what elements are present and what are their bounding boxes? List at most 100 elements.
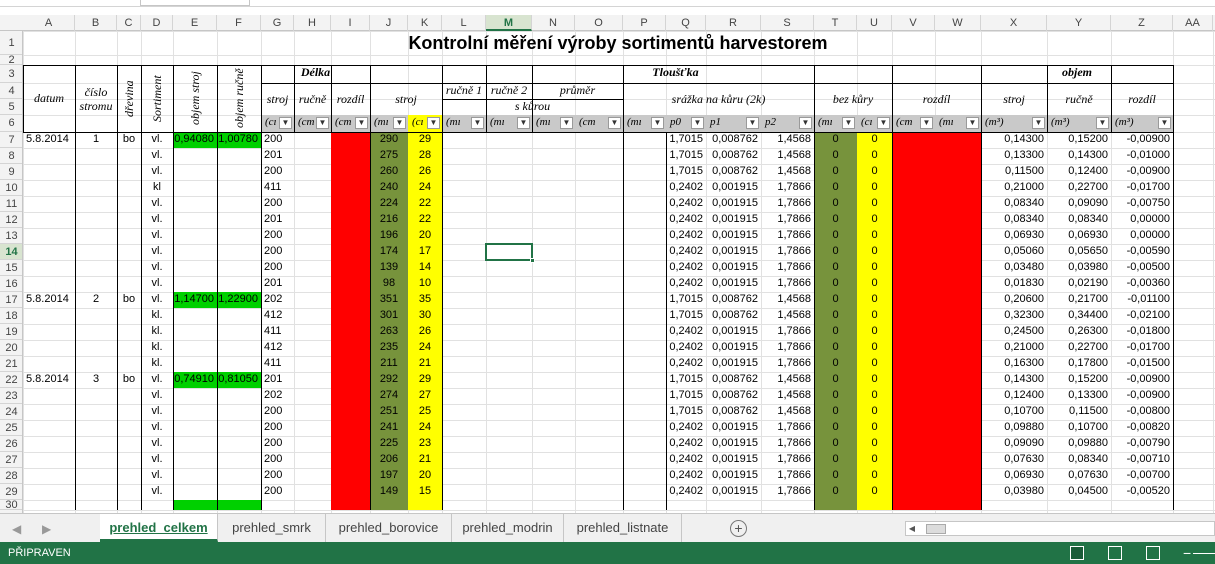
cell-bez-kury-cm[interactable]: 0 (857, 196, 892, 212)
cell-datum[interactable] (23, 228, 75, 244)
cell-objem-stroj-m3[interactable]: 0,32300 (981, 308, 1047, 324)
cell-objem-rucne[interactable]: 1,00780 (217, 132, 261, 148)
cell-p0[interactable]: 0,2402 (666, 276, 706, 292)
cell-objem-rozdil-m3[interactable]: -0,00360 (1111, 276, 1173, 292)
cell-delka-stroj[interactable]: 201 (261, 276, 294, 292)
cell-objem-rucne[interactable] (217, 196, 261, 212)
cell-objem-rozdil-m3[interactable]: -0,00590 (1111, 244, 1173, 260)
cell-sortiment[interactable]: vl. (141, 244, 173, 260)
cell-delka-stroj[interactable]: 200 (261, 260, 294, 276)
row-header-13[interactable]: 13 (0, 228, 22, 244)
cell-bez-kury-mm[interactable]: 0 (814, 372, 857, 388)
cell-cislo-stromu[interactable] (75, 260, 117, 276)
cell-rozdil-mm[interactable] (935, 484, 981, 500)
cell-delka-stroj[interactable]: 200 (261, 228, 294, 244)
cell-objem-rucne-m3[interactable]: 0,10700 (1047, 420, 1111, 436)
cell-objem-rozdil-m3[interactable]: -0,01700 (1111, 180, 1173, 196)
cell-tloustka-stroj-mm[interactable]: 211 (370, 356, 408, 372)
cell-sortiment[interactable]: vl. (141, 276, 173, 292)
cell-rozdil-cm[interactable] (892, 180, 935, 196)
cell-tloustka-stroj-cm[interactable]: 29 (408, 132, 442, 148)
cell-rozdil-mm[interactable] (935, 164, 981, 180)
cell-delka-rozdil[interactable] (331, 468, 370, 484)
filter-dropdown-icon[interactable]: ▼ (877, 117, 890, 129)
prev-sheet-icon[interactable]: ◀ (12, 522, 21, 536)
cell-delka-rozdil[interactable] (331, 388, 370, 404)
cell-sortiment[interactable]: vl. (141, 164, 173, 180)
cell-tloustka-stroj-cm[interactable]: 24 (408, 420, 442, 436)
cell-drevina[interactable] (117, 388, 141, 404)
cell-tloustka-stroj-mm[interactable]: 275 (370, 148, 408, 164)
cell-rozdil-cm[interactable] (892, 164, 935, 180)
cell-drevina[interactable] (117, 148, 141, 164)
cell-rozdil-mm[interactable] (935, 468, 981, 484)
cell-p0[interactable]: 0,2402 (666, 212, 706, 228)
scroll-left-icon[interactable]: ◀ (906, 522, 918, 535)
cell-objem-stroj-m3[interactable]: 0,01830 (981, 276, 1047, 292)
cell-partial[interactable] (935, 500, 981, 510)
cell-delka-stroj[interactable]: 200 (261, 404, 294, 420)
cell-objem-rucne-m3[interactable]: 0,13300 (1047, 388, 1111, 404)
row-header-5[interactable]: 5 (0, 99, 22, 115)
cell-delka-stroj[interactable]: 411 (261, 180, 294, 196)
cell-objem-stroj-m3[interactable]: 0,08340 (981, 196, 1047, 212)
cell-objem-stroj-m3[interactable]: 0,06930 (981, 228, 1047, 244)
cell-objem-rucne[interactable] (217, 148, 261, 164)
cell-rozdil-cm[interactable] (892, 308, 935, 324)
cell-bez-kury-cm[interactable]: 0 (857, 164, 892, 180)
formula-input[interactable] (140, 0, 250, 6)
cell-objem-stroj[interactable] (173, 148, 217, 164)
cell-objem-rozdil-m3[interactable]: -0,00750 (1111, 196, 1173, 212)
row-header-27[interactable]: 27 (0, 452, 22, 468)
cell-bez-kury-mm[interactable]: 0 (814, 340, 857, 356)
cell-rozdil-mm[interactable] (935, 356, 981, 372)
column-header-w[interactable]: W (935, 15, 981, 31)
cell-rozdil-mm[interactable] (935, 228, 981, 244)
cell-p0[interactable]: 0,2402 (666, 420, 706, 436)
cell-delka-stroj[interactable]: 200 (261, 436, 294, 452)
cell-tloustka-stroj-mm[interactable]: 241 (370, 420, 408, 436)
cell-p1[interactable]: 0,008762 (706, 132, 761, 148)
header-delka[interactable]: Délka (261, 65, 370, 83)
cell-tloustka-stroj-cm[interactable]: 22 (408, 196, 442, 212)
cell-tloustka-stroj-cm[interactable]: 10 (408, 276, 442, 292)
row-header-8[interactable]: 8 (0, 148, 22, 164)
cell-delka-stroj[interactable]: 202 (261, 388, 294, 404)
cell-bez-kury-cm[interactable]: 0 (857, 148, 892, 164)
cell-delka-stroj[interactable]: 412 (261, 308, 294, 324)
cell-sortiment[interactable]: vl. (141, 260, 173, 276)
cell-datum[interactable] (23, 404, 75, 420)
cell-delka-stroj[interactable]: 200 (261, 164, 294, 180)
cell-p1[interactable]: 0,001915 (706, 196, 761, 212)
cell-delka-rozdil[interactable] (331, 244, 370, 260)
cell-rozdil-mm[interactable] (935, 148, 981, 164)
cell-objem-stroj[interactable] (173, 468, 217, 484)
cell-delka-stroj[interactable]: 200 (261, 420, 294, 436)
cell-bez-kury-mm[interactable]: 0 (814, 388, 857, 404)
cell-objem-rozdil-m3[interactable]: -0,00800 (1111, 404, 1173, 420)
cell-bez-kury-cm[interactable]: 0 (857, 244, 892, 260)
cell-bez-kury-mm[interactable]: 0 (814, 228, 857, 244)
scroll-thumb[interactable] (926, 524, 946, 534)
column-header-l[interactable]: L (442, 15, 486, 31)
cell-datum[interactable] (23, 340, 75, 356)
cell-bez-kury-cm[interactable]: 0 (857, 404, 892, 420)
cell-cislo-stromu[interactable] (75, 244, 117, 260)
cell-objem-stroj-m3[interactable]: 0,10700 (981, 404, 1047, 420)
cell-p2[interactable]: 1,7866 (761, 420, 814, 436)
cell-tloustka-stroj-mm[interactable]: 174 (370, 244, 408, 260)
cell-objem-rucne[interactable] (217, 260, 261, 276)
cell-bez-kury-mm[interactable]: 0 (814, 276, 857, 292)
cell-bez-kury-cm[interactable]: 0 (857, 388, 892, 404)
cell-sortiment[interactable]: vl. (141, 420, 173, 436)
filter-dropdown-icon[interactable]: ▼ (842, 117, 855, 129)
cell-drevina[interactable] (117, 228, 141, 244)
cell-objem-rucne-m3[interactable]: 0,15200 (1047, 372, 1111, 388)
formula-bar[interactable] (0, 0, 1215, 7)
cell-tloustka-stroj-cm[interactable]: 26 (408, 324, 442, 340)
cell-p2[interactable]: 1,4568 (761, 388, 814, 404)
cell-drevina[interactable]: bo (117, 132, 141, 148)
cell-p1[interactable]: 0,001915 (706, 228, 761, 244)
row-header-19[interactable]: 19 (0, 324, 22, 340)
filter-dropdown-icon[interactable]: ▼ (355, 117, 368, 129)
